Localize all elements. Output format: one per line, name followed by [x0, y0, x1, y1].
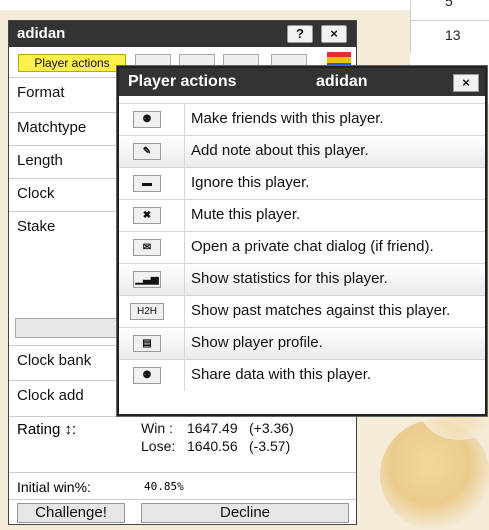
action-label: Show statistics for this player. — [191, 270, 388, 287]
decline-button[interactable]: Decline — [141, 503, 349, 523]
initial-win-label: Initial win%: — [17, 479, 91, 495]
action-past-matches[interactable]: H2H Show past matches against this playe… — [119, 295, 485, 327]
action-label: Add note about this player. — [191, 142, 369, 159]
dialog-header: adidan ? × — [9, 21, 356, 47]
action-make-friends[interactable]: ⚉ Make friends with this player. — [119, 103, 485, 135]
profile-icon[interactable]: ▤ — [133, 335, 161, 352]
dialog-footer: Challenge! Decline — [9, 499, 356, 525]
close-icon[interactable]: × — [321, 25, 347, 43]
action-mute[interactable]: ✖ Mute this player. — [119, 199, 485, 231]
action-label: Ignore this player. — [191, 174, 310, 191]
help-icon[interactable]: ? — [287, 25, 313, 43]
action-label: Show player profile. — [191, 334, 323, 351]
chat-icon[interactable]: ✉ — [133, 239, 161, 256]
action-private-chat[interactable]: ✉ Open a private chat dialog (if friend)… — [119, 231, 485, 263]
table-cell: 13 — [410, 20, 489, 54]
rating-lose: Lose: 1640.56 (-3.57) — [141, 438, 291, 454]
mute-icon[interactable]: ✖ — [133, 207, 161, 224]
rating-label: Rating ↕: — [17, 421, 77, 438]
challenge-button[interactable]: Challenge! — [17, 503, 125, 523]
initial-win-row: Initial win%: 40.85% — [9, 472, 356, 499]
rating-row: Rating ↕: Win :1647.49 (+3.36) Lose: 1640.… — [9, 416, 356, 472]
rating-win: Win :1647.49 (+3.36) — [141, 420, 294, 436]
action-label: Show past matches against this player. — [191, 302, 451, 319]
action-share-data[interactable]: ⚉ Share data with this player. — [119, 359, 485, 391]
action-label: Make friends with this player. — [191, 110, 384, 127]
handshake-icon[interactable]: ⚉ — [133, 111, 161, 128]
popup-header: Player actions adidan × — [119, 68, 485, 96]
popup-title: Player actions — [128, 73, 237, 90]
action-ignore[interactable]: ▬ Ignore this player. — [119, 167, 485, 199]
player-actions-button[interactable]: Player actions — [18, 54, 126, 72]
ignore-icon[interactable]: ▬ — [133, 175, 161, 192]
popup-username: adidan — [316, 73, 368, 90]
h2h-icon[interactable]: H2H — [130, 303, 164, 320]
initial-win-value: 40.85% — [144, 480, 184, 493]
dialog-title: adidan — [17, 25, 66, 42]
share-icon[interactable]: ⚉ — [133, 367, 161, 384]
stats-icon[interactable]: ▁▃▅ — [133, 271, 161, 288]
close-icon[interactable]: × — [453, 74, 479, 92]
action-statistics[interactable]: ▁▃▅ Show statistics for this player. — [119, 263, 485, 295]
action-label: Share data with this player. — [191, 366, 372, 383]
note-icon[interactable]: ✎ — [133, 143, 161, 160]
action-add-note[interactable]: ✎ Add note about this player. — [119, 135, 485, 167]
action-label: Mute this player. — [191, 206, 301, 223]
player-actions-popup: Player actions adidan × ⚉ Make friends w… — [117, 66, 487, 416]
table-cell: 5 — [410, 0, 489, 20]
action-label: Open a private chat dialog (if friend). — [191, 238, 434, 255]
action-player-profile[interactable]: ▤ Show player profile. — [119, 327, 485, 359]
